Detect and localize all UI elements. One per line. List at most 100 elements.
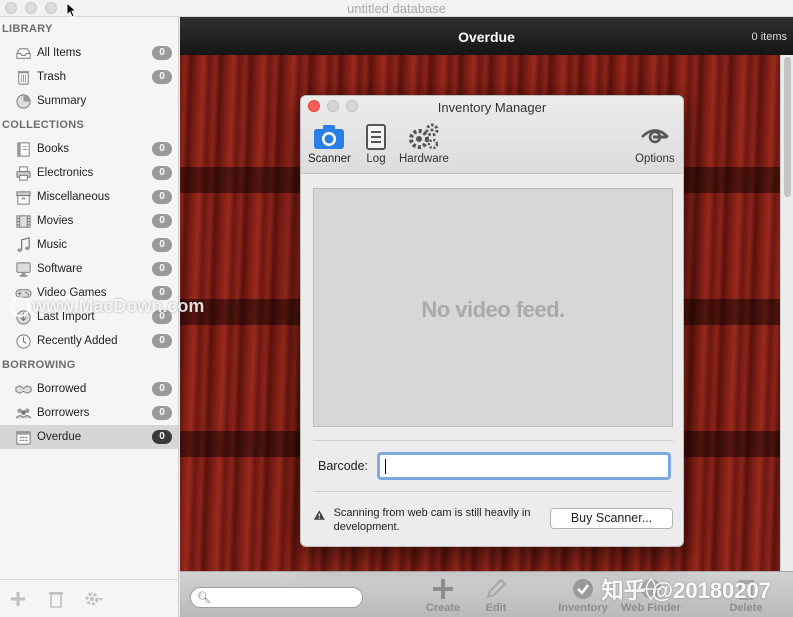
plus-icon bbox=[11, 591, 25, 606]
pie-chart-icon bbox=[14, 92, 32, 110]
create-button[interactable]: Create bbox=[413, 576, 473, 614]
sidebar-item-label: Trash bbox=[37, 71, 66, 83]
inventory-manager-dialog: Inventory Manager Scanner Log Hardware O… bbox=[300, 95, 684, 547]
sidebar-item-trash[interactable]: Trash 0 bbox=[0, 65, 178, 89]
tab-log-label: Log bbox=[366, 153, 386, 165]
watermark-macdown: www.MacDown.com bbox=[10, 296, 205, 318]
tab-scanner[interactable]: Scanner bbox=[308, 122, 351, 165]
search-icon: 🔍︎ bbox=[197, 592, 211, 604]
pencil-icon bbox=[484, 576, 508, 602]
search-input[interactable] bbox=[213, 590, 353, 605]
inventory-label: Inventory bbox=[558, 602, 608, 614]
sidebar-item-label: Miscellaneous bbox=[37, 191, 110, 203]
barcode-input[interactable] bbox=[377, 452, 672, 480]
count-badge: 0 bbox=[152, 238, 172, 252]
delete-collection-button[interactable] bbox=[44, 588, 68, 610]
tab-log[interactable]: Log bbox=[365, 122, 387, 165]
watermark-zhihu: 知乎 @20180207 bbox=[601, 578, 771, 603]
calendar-icon bbox=[14, 428, 32, 446]
tray-icon bbox=[14, 44, 32, 62]
divider bbox=[313, 491, 673, 492]
tab-hardware-label: Hardware bbox=[399, 153, 449, 165]
music-note-icon bbox=[14, 236, 32, 254]
book-icon bbox=[14, 140, 32, 158]
sidebar-item-miscellaneous[interactable]: Miscellaneous 0 bbox=[0, 185, 178, 209]
section-title-library: LIBRARY bbox=[2, 23, 53, 35]
text-caret bbox=[385, 459, 387, 474]
tab-hardware[interactable]: Hardware bbox=[399, 122, 449, 165]
trash-icon bbox=[14, 68, 32, 86]
sidebar-item-label: Music bbox=[37, 239, 68, 251]
development-note-text: Scanning from web cam is still heavily i… bbox=[333, 507, 531, 533]
section-title-borrowing: BORROWING bbox=[2, 359, 76, 371]
sidebar-item-overdue[interactable]: Overdue 0 bbox=[0, 425, 178, 449]
create-label: Create bbox=[425, 602, 461, 614]
count-badge: 0 bbox=[152, 70, 172, 84]
people-icon bbox=[14, 404, 32, 422]
edit-button[interactable]: Edit bbox=[466, 576, 526, 614]
count-badge: 0 bbox=[152, 166, 172, 180]
sidebar-item-label: Borrowed bbox=[37, 383, 87, 395]
count-badge: 0 bbox=[152, 430, 172, 444]
sidebar-item-borrowed[interactable]: Borrowed 0 bbox=[0, 377, 178, 401]
sidebar-item-software[interactable]: Software 0 bbox=[0, 257, 178, 281]
video-preview: No video feed. bbox=[313, 188, 673, 427]
dialog-title: Inventory Manager bbox=[437, 100, 547, 115]
settings-button[interactable] bbox=[82, 588, 106, 610]
vertical-scrollbar[interactable] bbox=[780, 55, 793, 571]
count-badge: 0 bbox=[152, 190, 172, 204]
monitor-icon bbox=[14, 260, 32, 278]
barcode-row: Barcode: bbox=[313, 452, 673, 480]
item-count: 0 items bbox=[751, 31, 787, 43]
sidebar-item-label: Summary bbox=[37, 95, 87, 107]
development-note: Scanning from web cam is still heavily i… bbox=[313, 506, 543, 534]
tab-options-label: Options bbox=[635, 153, 675, 165]
sidebar-item-label: Recently Added bbox=[37, 335, 118, 347]
sidebar-item-label: Electronics bbox=[37, 167, 94, 179]
document-list-icon bbox=[365, 122, 387, 152]
count-badge: 0 bbox=[152, 142, 172, 156]
gears-icon bbox=[408, 122, 440, 152]
sidebar-item-borrowers[interactable]: Borrowers 0 bbox=[0, 401, 178, 425]
sidebar-item-electronics[interactable]: Electronics 0 bbox=[0, 161, 178, 185]
scrollbar-thumb[interactable] bbox=[784, 57, 791, 197]
tab-scanner-label: Scanner bbox=[308, 153, 351, 165]
sidebar-item-all-items[interactable]: All Items 0 bbox=[0, 41, 178, 65]
plus-icon bbox=[431, 576, 455, 602]
clock-icon bbox=[14, 332, 32, 350]
bottom-toolbar: 🔍︎ Create Edit Inventory Web Finder Dele… bbox=[180, 571, 793, 617]
tab-options[interactable]: Options bbox=[635, 122, 675, 165]
count-badge: 0 bbox=[152, 214, 172, 228]
main-header: Overdue 0 items bbox=[180, 17, 793, 55]
barcode-label: Barcode: bbox=[318, 459, 369, 473]
count-badge: 0 bbox=[152, 382, 172, 396]
collection-title: Overdue bbox=[458, 29, 515, 45]
edit-label: Edit bbox=[485, 602, 507, 614]
watermark-text: www.MacDown.com bbox=[32, 296, 205, 316]
window-title: untitled database bbox=[346, 1, 447, 16]
add-collection-button[interactable] bbox=[6, 588, 30, 610]
options-eye-icon bbox=[640, 122, 670, 152]
box-icon bbox=[14, 188, 32, 206]
sidebar-item-label: Borrowers bbox=[37, 407, 90, 419]
sidebar-item-music[interactable]: Music 0 bbox=[0, 233, 178, 257]
sidebar-bottom-bar bbox=[0, 579, 179, 617]
no-video-feed-message: No video feed. bbox=[421, 297, 565, 322]
buy-scanner-button[interactable]: Buy Scanner... bbox=[550, 508, 673, 529]
gear-icon bbox=[85, 592, 103, 605]
count-badge: 0 bbox=[152, 262, 172, 276]
sidebar-item-label: Movies bbox=[37, 215, 74, 227]
sidebar-item-label: Overdue bbox=[37, 431, 82, 443]
sidebar-item-books[interactable]: Books 0 bbox=[0, 137, 178, 161]
trash-icon bbox=[49, 591, 63, 608]
window-titlebar: untitled database bbox=[0, 0, 793, 17]
count-badge: 0 bbox=[152, 46, 172, 60]
sidebar-item-recently-added[interactable]: Recently Added 0 bbox=[0, 329, 178, 353]
handshake-icon bbox=[14, 380, 32, 398]
mouse-cursor-icon bbox=[66, 2, 77, 18]
section-title-collections: COLLECTIONS bbox=[2, 119, 85, 131]
sidebar-item-movies[interactable]: Movies 0 bbox=[0, 209, 178, 233]
sidebar-item-summary[interactable]: Summary bbox=[0, 89, 178, 113]
sidebar-item-label: Books bbox=[37, 143, 69, 155]
search-field[interactable]: 🔍︎ bbox=[190, 587, 363, 608]
